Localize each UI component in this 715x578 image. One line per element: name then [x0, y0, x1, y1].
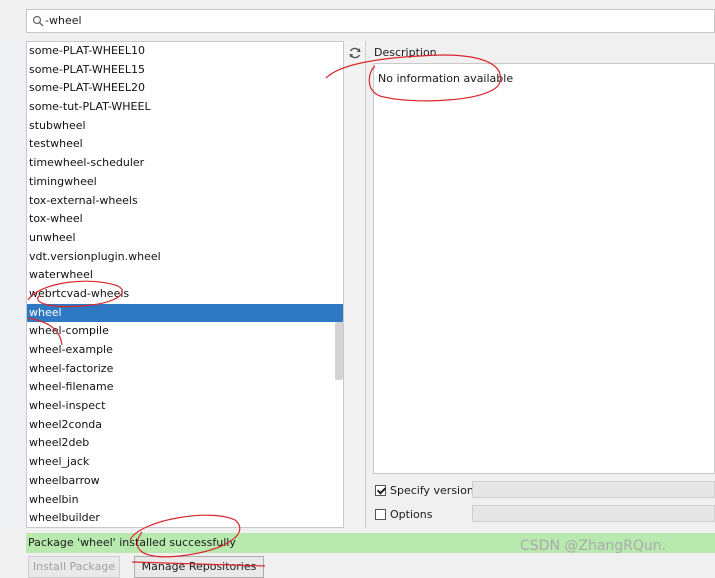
- version-select[interactable]: [472, 481, 715, 498]
- search-input[interactable]: -wheel: [45, 14, 82, 27]
- options-row[interactable]: Options: [375, 505, 432, 523]
- package-list-item[interactable]: testwheel: [27, 135, 343, 154]
- package-list-item[interactable]: wheel-factorize: [27, 360, 343, 379]
- refresh-icon[interactable]: [348, 46, 362, 60]
- description-panel: No information available: [373, 63, 715, 474]
- package-list-item[interactable]: wheel-inspect: [27, 397, 343, 416]
- search-icon: [32, 15, 44, 27]
- package-list-item[interactable]: some-PLAT-WHEEL10: [27, 42, 343, 61]
- description-text: No information available: [378, 72, 514, 85]
- package-list-item[interactable]: timingwheel: [27, 173, 343, 192]
- package-list-item[interactable]: some-PLAT-WHEEL15: [27, 61, 343, 80]
- package-list-item[interactable]: webrtcvad-wheels: [27, 285, 343, 304]
- package-list[interactable]: some-PLAT-WHEEL10 some-PLAT-WHEEL15 some-P…: [26, 41, 344, 528]
- specify-version-row[interactable]: Specify version: [375, 481, 474, 499]
- description-label: Description: [374, 46, 437, 59]
- specify-version-checkbox[interactable]: [375, 484, 386, 496]
- package-list-item[interactable]: wheelbin: [27, 491, 343, 510]
- package-list-item[interactable]: stubwheel: [27, 117, 343, 136]
- package-list-item[interactable]: wheel: [27, 303, 343, 323]
- package-list-item[interactable]: wheel_jack: [27, 453, 343, 472]
- package-list-item[interactable]: wheel-filename: [27, 378, 343, 397]
- package-list-item[interactable]: wheel2deb: [27, 434, 343, 453]
- package-list-item[interactable]: wheel2conda: [27, 416, 343, 435]
- refresh-column: [344, 41, 366, 528]
- status-message: Package 'wheel' installed successfully: [28, 536, 236, 549]
- search-bar[interactable]: -wheel: [26, 9, 715, 33]
- options-checkbox[interactable]: [375, 508, 386, 520]
- specify-version-label: Specify version: [390, 483, 474, 497]
- options-field[interactable]: [472, 505, 715, 522]
- package-list-item[interactable]: waterwheel: [27, 266, 343, 285]
- package-list-item[interactable]: tox-wheel: [27, 210, 343, 229]
- manage-repositories-button[interactable]: Manage Repositories: [134, 556, 264, 578]
- watermark: CSDN @ZhangRQun.: [520, 538, 667, 554]
- package-list-item[interactable]: wheel-example: [27, 341, 343, 360]
- install-package-button[interactable]: Install Package: [28, 556, 120, 578]
- package-list-item[interactable]: some-PLAT-WHEEL20: [27, 79, 343, 98]
- options-label: Options: [390, 507, 433, 521]
- left-side-strip: [0, 41, 26, 528]
- package-list-item[interactable]: wheel-compile: [27, 322, 343, 341]
- package-list-item[interactable]: tox-external-wheels: [27, 192, 343, 211]
- list-scrollbar[interactable]: [335, 322, 343, 380]
- package-list-item[interactable]: timewheel-scheduler: [27, 154, 343, 173]
- package-list-item[interactable]: wheelbuilder: [27, 509, 343, 527]
- package-list-item[interactable]: unwheel: [27, 229, 343, 248]
- package-list-item[interactable]: vdt.versionplugin.wheel: [27, 248, 343, 267]
- package-list-item[interactable]: some-tut-PLAT-WHEEL: [27, 98, 343, 117]
- package-list-item[interactable]: wheelbarrow: [27, 472, 343, 491]
